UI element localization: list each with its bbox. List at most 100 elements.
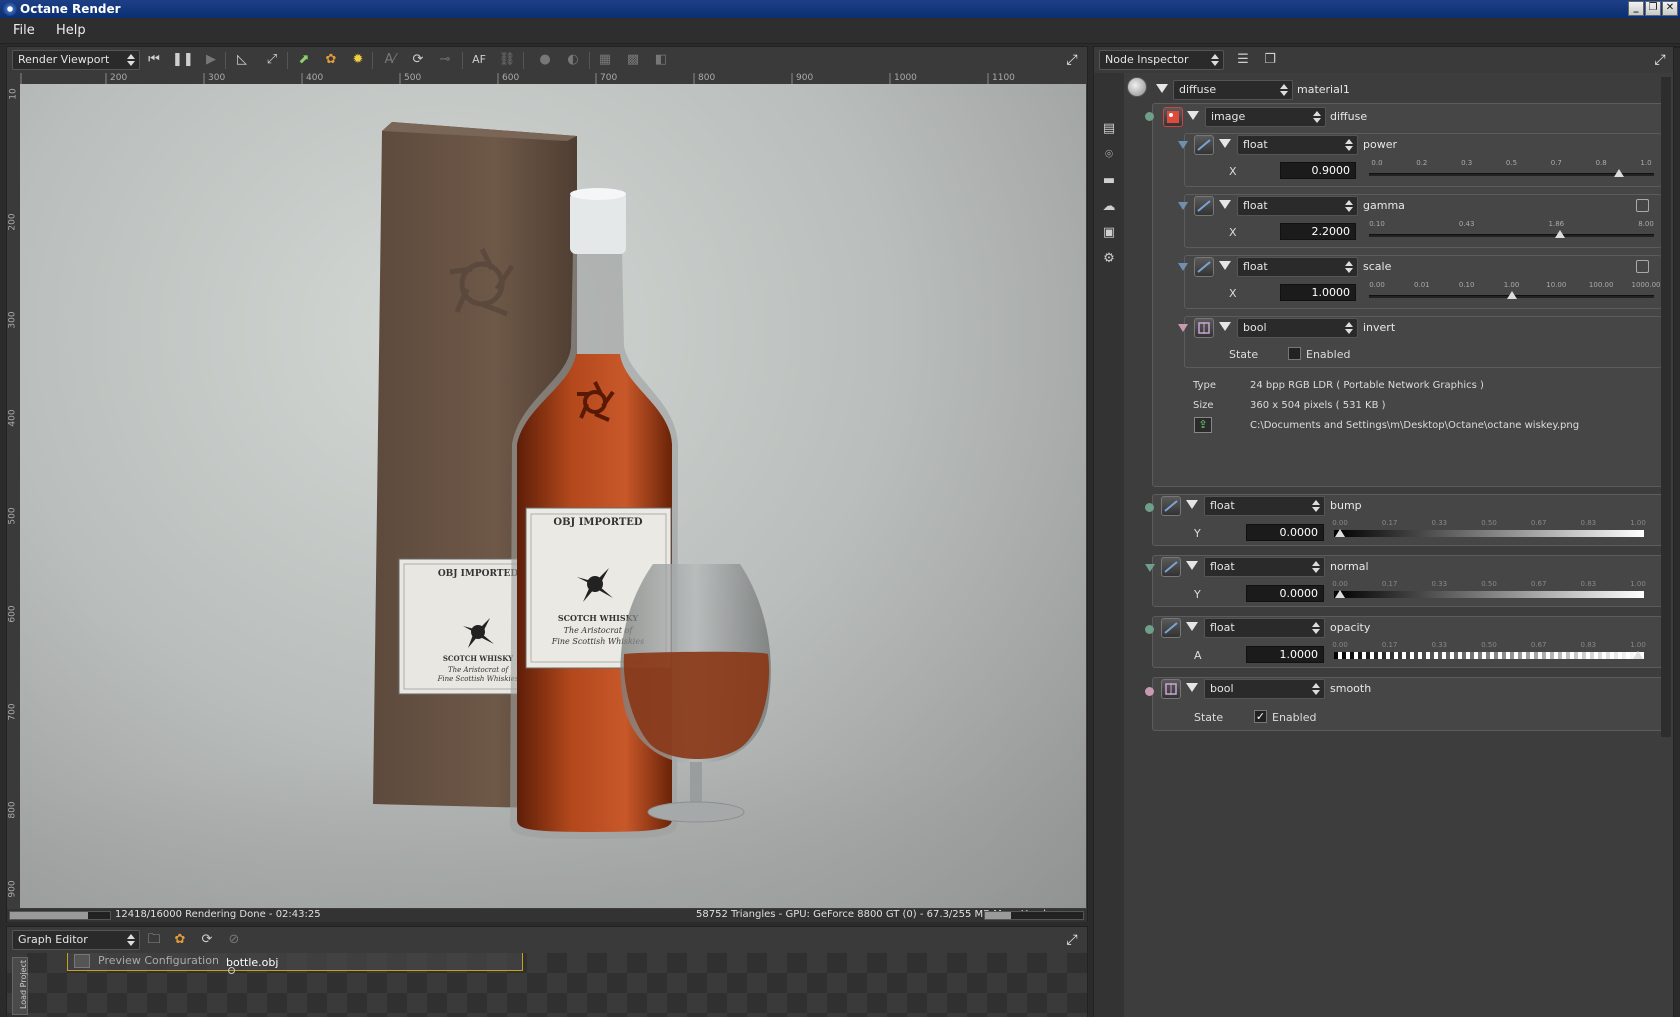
collapse-image-icon[interactable] xyxy=(1187,111,1199,120)
lock-icon[interactable]: ⛓ xyxy=(497,50,517,70)
menu-file[interactable]: File xyxy=(13,23,35,38)
collapse-smooth-icon[interactable] xyxy=(1186,683,1198,692)
menu-help[interactable]: Help xyxy=(56,23,86,38)
gamma-pin-icon[interactable] xyxy=(1178,202,1188,210)
normal-type-select[interactable]: float xyxy=(1204,557,1325,577)
open-file-icon[interactable]: 🗀 xyxy=(144,930,164,950)
power-slider[interactable]: 0.0 0.2 0.3 0.5 0.7 0.8 1.0 xyxy=(1369,159,1654,181)
environment-icon[interactable]: ☁ xyxy=(1099,197,1119,217)
close-button[interactable]: ✕ xyxy=(1662,1,1678,16)
bump-pin[interactable] xyxy=(1145,503,1154,512)
scale-pin-icon[interactable] xyxy=(1178,263,1188,271)
grid-icon[interactable]: ▦ xyxy=(595,50,615,70)
collapse-gamma-icon[interactable] xyxy=(1219,200,1231,209)
smooth-pin[interactable] xyxy=(1145,687,1154,696)
scale-log-toggle-icon[interactable] xyxy=(1636,260,1649,273)
image-icon[interactable]: ▣ xyxy=(1099,223,1119,243)
gamma-value-field[interactable]: 2.2000 xyxy=(1280,223,1356,240)
invert-pin-icon[interactable] xyxy=(1178,324,1188,332)
autofocus-button[interactable]: AF xyxy=(469,50,489,70)
collapse-scale-icon[interactable] xyxy=(1219,261,1231,270)
smooth-enabled-checkbox[interactable]: ✓ xyxy=(1254,710,1267,723)
camera-pick-icon[interactable]: ⬈ xyxy=(294,50,314,70)
inspector-scrollbar[interactable] xyxy=(1661,77,1671,737)
power-slider-thumb[interactable] xyxy=(1614,169,1625,177)
zoom-fit-icon[interactable]: ⤢ xyxy=(262,50,282,70)
material-preview-sphere[interactable] xyxy=(1127,77,1147,97)
normal-value-field[interactable]: 0.0000 xyxy=(1246,585,1324,602)
invert-enabled-checkbox[interactable] xyxy=(1288,347,1301,360)
load-material-icon[interactable]: ✿ xyxy=(170,930,190,950)
invert-type-select[interactable]: bool xyxy=(1237,318,1358,338)
minimize-button[interactable]: _ xyxy=(1628,1,1644,16)
scale-value-field[interactable]: 1.0000 xyxy=(1280,284,1356,301)
region-icon[interactable]: ◧ xyxy=(651,50,671,70)
aperture-icon[interactable]: A⁄ xyxy=(380,50,400,70)
gamma-slider-thumb[interactable] xyxy=(1554,230,1565,238)
normal-gradient-thumb[interactable] xyxy=(1335,590,1345,598)
node-output-pin[interactable] xyxy=(228,967,235,974)
render-target-icon[interactable]: ▤ xyxy=(1099,119,1119,139)
play-icon[interactable]: ▶ xyxy=(201,50,221,70)
bump-type-select[interactable]: float xyxy=(1204,496,1325,516)
checker-icon[interactable]: ▩ xyxy=(623,50,643,70)
collapse-all-icon[interactable]: ☰ xyxy=(1233,50,1253,70)
refresh-icon[interactable]: ⟳ xyxy=(197,930,217,950)
scale-type-select[interactable]: float xyxy=(1237,257,1358,277)
opacity-value-field[interactable]: 1.0000 xyxy=(1246,646,1324,663)
power-value-field[interactable]: 0.9000 xyxy=(1280,162,1356,179)
smooth-type-select[interactable]: bool xyxy=(1204,679,1325,699)
gamma-slider[interactable]: 0.10 0.43 1.86 8.00 xyxy=(1369,220,1654,242)
graph-node-bar[interactable]: Preview Configuration bottle.obj xyxy=(67,953,523,974)
opacity-gradient-slider[interactable]: 0.00 0.17 0.33 0.50 0.67 0.83 1.00 xyxy=(1332,641,1646,663)
focus-picker-icon[interactable]: ◺ xyxy=(232,50,252,70)
scale-slider-thumb[interactable] xyxy=(1506,291,1517,299)
kernel-icon[interactable]: ⚙ xyxy=(1099,249,1119,269)
skip-start-icon[interactable]: ⏮ xyxy=(144,50,164,70)
viewport-mode-select[interactable]: Render Viewport xyxy=(12,50,140,70)
sphere-icon[interactable]: ● xyxy=(535,50,555,70)
collapse-bump-icon[interactable] xyxy=(1186,500,1198,509)
maximize-inspector-icon[interactable]: ⤢ xyxy=(1651,51,1669,69)
image-pin[interactable] xyxy=(1145,112,1154,121)
power-pin-icon[interactable] xyxy=(1178,141,1188,149)
bump-value-field[interactable]: 0.0000 xyxy=(1246,524,1324,541)
graph-editor-mode-select[interactable]: Graph Editor xyxy=(12,930,140,950)
maximize-graph-editor-icon[interactable]: ⤢ xyxy=(1063,931,1081,949)
graph-canvas[interactable]: Load Project Preview Configuration bottl… xyxy=(7,953,1087,1017)
power-type-select[interactable]: float xyxy=(1237,135,1358,155)
normal-gradient-slider[interactable]: 0.00 0.17 0.33 0.50 0.67 0.83 1.00 xyxy=(1332,580,1646,602)
gamma-log-toggle-icon[interactable] xyxy=(1636,199,1649,212)
normal-pin-icon[interactable] xyxy=(1145,564,1155,572)
load-image-file-icon[interactable]: ⇪ xyxy=(1194,417,1212,433)
load-project-tab[interactable]: Load Project xyxy=(12,957,28,1015)
sphere2-icon[interactable]: ◐ xyxy=(563,50,583,70)
bump-gradient-thumb[interactable] xyxy=(1335,529,1345,537)
maximize-viewport-icon[interactable]: ⤢ xyxy=(1063,51,1081,69)
scale-slider[interactable]: 0.00 0.01 0.10 1.00 10.00 100.00 1000.00 xyxy=(1369,281,1660,303)
collapse-normal-icon[interactable] xyxy=(1186,561,1198,570)
pause-icon[interactable]: ❚❚ xyxy=(172,50,194,70)
inspector-mode-select[interactable]: Node Inspector xyxy=(1099,50,1224,70)
light-icon[interactable]: ✹ xyxy=(348,50,368,70)
image-type-select[interactable]: image xyxy=(1205,107,1326,127)
gamma-type-select[interactable]: float xyxy=(1237,196,1358,216)
rotate-icon[interactable]: ⟳ xyxy=(408,50,428,70)
bump-gradient-slider[interactable]: 0.00 0.17 0.33 0.50 0.67 0.83 1.00 xyxy=(1332,519,1646,541)
film-icon[interactable]: ▬ xyxy=(1099,171,1119,191)
camera-icon[interactable]: ⌾ xyxy=(1099,145,1119,165)
lens-icon[interactable]: ⊸ xyxy=(435,50,455,70)
material-pick-icon[interactable]: ✿ xyxy=(321,50,341,70)
opacity-type-select[interactable]: float xyxy=(1204,618,1325,638)
collapse-invert-icon[interactable] xyxy=(1219,322,1231,331)
collapse-diffuse-icon[interactable] xyxy=(1156,84,1168,93)
collapse-opacity-icon[interactable] xyxy=(1186,622,1198,631)
unlink-icon[interactable]: ⊘ xyxy=(224,930,244,950)
restore-button[interactable]: ❐ xyxy=(1645,1,1661,16)
render-image[interactable]: OBJ IMPORTED SCOTCH WHISKY The Aristocra… xyxy=(20,84,1086,908)
preview-configuration-tab[interactable]: Preview Configuration xyxy=(98,954,219,967)
windows-icon[interactable]: ❐ xyxy=(1260,50,1280,70)
collapse-power-icon[interactable] xyxy=(1219,139,1231,148)
diffuse-type-select[interactable]: diffuse xyxy=(1173,80,1293,100)
opacity-pin[interactable] xyxy=(1145,625,1154,634)
